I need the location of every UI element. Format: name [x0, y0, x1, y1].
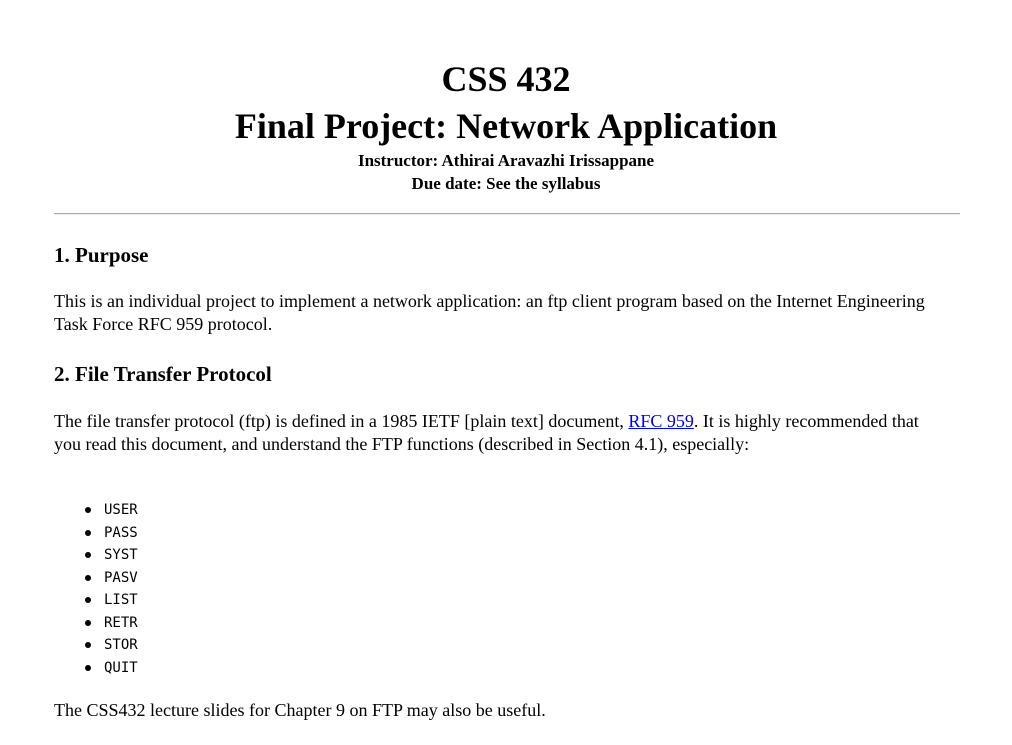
bullet-icon [85, 552, 91, 558]
command-label: PASS [104, 524, 138, 541]
instructor-line: Instructor: Athirai Aravazhi Irissappane [357, 151, 655, 170]
document-page: CSS 432 Final Project: Network Applicati… [0, 0, 1012, 745]
bullet-icon [85, 619, 91, 626]
horizontal-rule [54, 213, 960, 215]
ftp-intro-text: The file transfer protocol (ftp) is defi… [54, 411, 629, 431]
command-label: QUIT [104, 659, 138, 676]
bullet-icon [85, 529, 91, 536]
list-item: SYST [54, 544, 138, 567]
command-label: SYST [104, 547, 138, 563]
list-item: LIST [54, 589, 138, 612]
ftp-intro-paragraph: The file transfer protocol (ftp) is defi… [54, 410, 934, 456]
purpose-heading: 1. Purpose [54, 243, 149, 267]
list-item: USER [54, 499, 138, 522]
bullet-icon [85, 597, 91, 603]
purpose-paragraph: This is an individual project to impleme… [54, 291, 925, 334]
closing-paragraph: The CSS432 lecture slides for Chapter 9 … [54, 700, 546, 720]
list-item: RETR [54, 612, 138, 635]
list-item: QUIT [54, 657, 138, 680]
list-item: PASV [54, 567, 138, 590]
bullet-icon [85, 574, 91, 581]
page-title: Final Project: Network Application [234, 106, 778, 146]
list-item: PASS [54, 522, 138, 545]
bullet-icon [85, 507, 91, 513]
list-item: STOR [54, 634, 138, 657]
command-label: STOR [104, 637, 138, 653]
ftp-command-list: USER PASS SYST PASV LIST RETR STOR QUIT [54, 499, 138, 679]
ftp-heading: 2. File Transfer Protocol [54, 362, 272, 386]
command-label: LIST [104, 592, 138, 608]
command-label: USER [104, 502, 138, 518]
rfc-959-link[interactable]: RFC 959 [628, 411, 694, 431]
bullet-icon [85, 664, 91, 671]
command-label: RETR [104, 614, 138, 631]
command-label: PASV [104, 569, 138, 586]
course-title: CSS 432 [441, 59, 571, 99]
bullet-icon [85, 642, 91, 648]
due-date-line: Due date: See the syllabus [411, 174, 601, 193]
